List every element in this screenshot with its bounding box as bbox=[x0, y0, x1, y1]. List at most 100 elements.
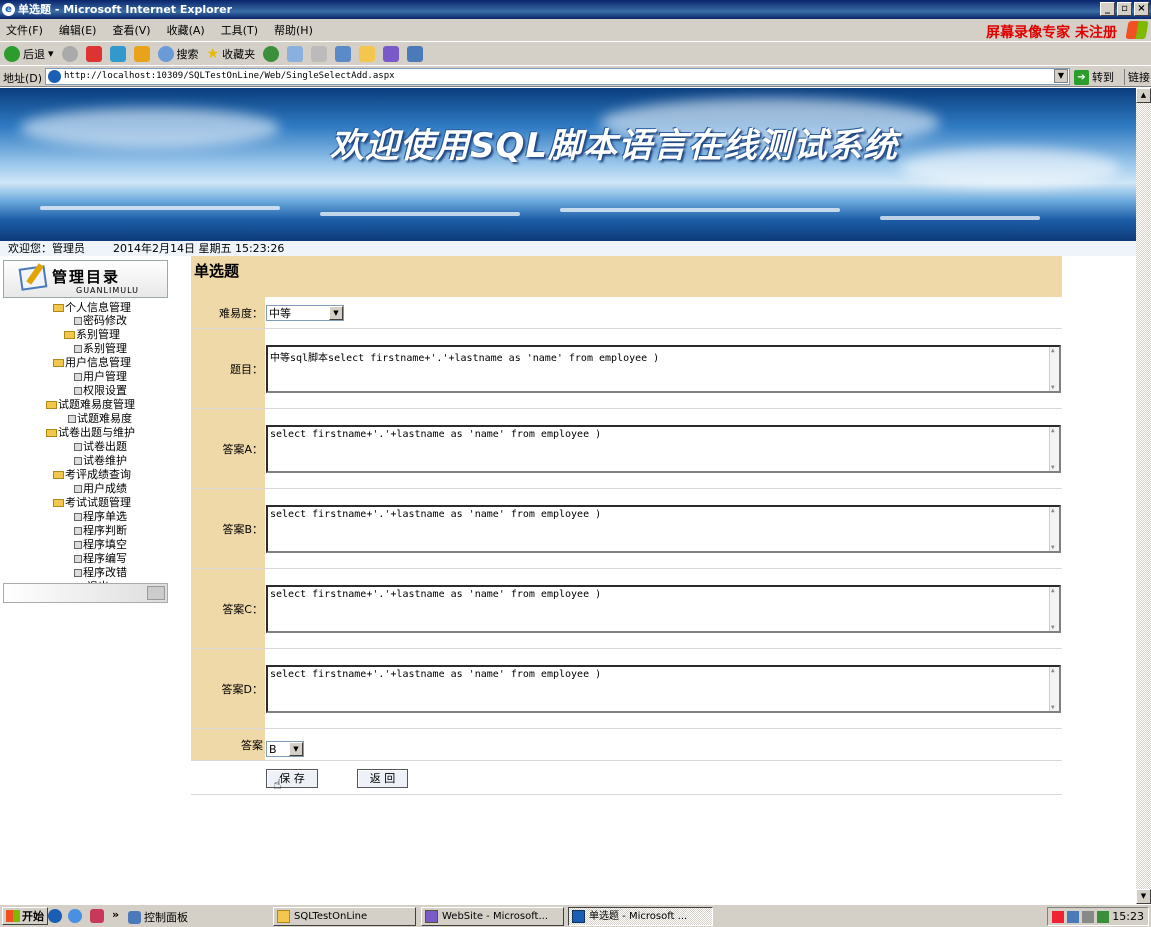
menu-folder-difficulty[interactable]: 试题难易度管理 bbox=[46, 398, 135, 411]
favorites-button[interactable]: ★ 收藏夹 bbox=[207, 46, 256, 62]
answer-select[interactable]: B ▼ bbox=[266, 741, 304, 757]
page-icon bbox=[74, 456, 82, 465]
menu-item-single-select[interactable]: 程序单选 bbox=[74, 510, 127, 523]
menu-item-difficulty[interactable]: 试题难易度 bbox=[68, 412, 132, 425]
address-label: 地址(D) bbox=[3, 72, 43, 85]
menu-item-change-password[interactable]: 密码修改 bbox=[74, 314, 127, 327]
scrollbar[interactable] bbox=[1049, 427, 1059, 471]
stop-icon[interactable] bbox=[85, 45, 102, 62]
page-icon bbox=[74, 386, 82, 395]
menu-edit[interactable]: 编辑(E) bbox=[59, 22, 97, 38]
menu-item-true-false[interactable]: 程序判断 bbox=[74, 524, 127, 537]
back-button[interactable]: 后退 ▾ bbox=[4, 45, 54, 62]
menu-favorites[interactable]: 收藏(A) bbox=[167, 22, 205, 38]
answer-b-textarea[interactable]: select firstname+'.'+lastname as 'name' … bbox=[266, 505, 1061, 553]
page-icon bbox=[74, 316, 82, 325]
task-single-select-ie[interactable]: 单选题 - Microsoft ... bbox=[568, 907, 713, 926]
scrollbar[interactable] bbox=[1049, 347, 1059, 391]
question-label: 题目： bbox=[191, 329, 265, 408]
search-button[interactable]: 搜索 bbox=[157, 45, 199, 62]
menu-help[interactable]: 帮助(H) bbox=[274, 22, 313, 38]
task-sqltestonline[interactable]: SQLTestOnLine bbox=[273, 907, 416, 926]
close-button[interactable]: × bbox=[1134, 2, 1149, 16]
scrollbar[interactable] bbox=[1049, 507, 1059, 551]
page-icon bbox=[48, 70, 61, 83]
scroll-down-icon[interactable]: ▼ bbox=[1136, 889, 1151, 904]
recorder-watermark: 屏幕录像专家 未注册 bbox=[986, 25, 1117, 41]
research-icon[interactable] bbox=[407, 45, 424, 62]
answer-c-textarea[interactable]: select firstname+'.'+lastname as 'name' … bbox=[266, 585, 1061, 633]
menu-file[interactable]: 文件(F) bbox=[6, 22, 43, 38]
maximize-button[interactable]: ▫ bbox=[1117, 2, 1132, 16]
header-banner: 欢迎使用SQL脚本语言在线测试系统 bbox=[0, 88, 1136, 241]
folder-icon bbox=[46, 400, 57, 409]
network-tray-icon[interactable] bbox=[1067, 910, 1080, 923]
mail-icon[interactable] bbox=[287, 45, 304, 62]
answer-d-textarea[interactable]: select firstname+'.'+lastname as 'name' … bbox=[266, 665, 1061, 713]
address-dropdown-icon[interactable]: ▼ bbox=[1054, 69, 1068, 83]
menu-folder-exam-paper[interactable]: 试卷出题与维护 bbox=[46, 426, 135, 439]
monitor-tray-icon[interactable] bbox=[1082, 910, 1095, 923]
menu-folder-questions[interactable]: 考试试题管理 bbox=[53, 496, 131, 509]
address-input[interactable]: http://localhost:10309/SQLTestOnLine/Web… bbox=[45, 68, 1070, 85]
question-textarea[interactable]: 中等sql脚本select firstname+'.'+lastname as … bbox=[266, 345, 1061, 393]
go-button[interactable]: ➔ 转到 bbox=[1074, 69, 1114, 85]
page-scrollbar[interactable]: ▲ ▼ bbox=[1136, 88, 1151, 904]
forward-arrow-icon[interactable] bbox=[61, 45, 78, 62]
start-button[interactable]: 开始 bbox=[2, 907, 48, 925]
menu-folder-user-info[interactable]: 用户信息管理 bbox=[53, 356, 131, 369]
menu-item-create-paper[interactable]: 试卷出题 bbox=[74, 440, 127, 453]
menu-folder-department[interactable]: 系别管理 bbox=[64, 328, 120, 341]
menu-item-maintain-paper[interactable]: 试卷维护 bbox=[74, 454, 127, 467]
menu-item-department[interactable]: 系别管理 bbox=[74, 342, 127, 355]
menu-bar: 文件(F) 编辑(E) 查看(V) 收藏(A) 工具(T) 帮助(H) 屏幕录像… bbox=[0, 19, 1151, 41]
scroll-up-icon[interactable]: ▲ bbox=[1136, 88, 1151, 103]
page-icon bbox=[74, 484, 82, 493]
control-panel-icon bbox=[128, 910, 141, 924]
welcome-text: 欢迎您：管理员 bbox=[8, 242, 85, 255]
recorder-tray-icon[interactable] bbox=[1052, 910, 1065, 923]
menu-folder-personal-info[interactable]: 个人信息管理 bbox=[53, 301, 131, 314]
scrollbar[interactable] bbox=[1049, 587, 1059, 631]
menu-item-user-scores[interactable]: 用户成绩 bbox=[74, 482, 127, 495]
answer-a-textarea[interactable]: select firstname+'.'+lastname as 'name' … bbox=[266, 425, 1061, 473]
menu-item-fill-blank[interactable]: 程序填空 bbox=[74, 538, 127, 551]
clock[interactable]: 15:23 bbox=[1112, 910, 1144, 923]
refresh-icon[interactable] bbox=[109, 45, 126, 62]
links-button[interactable]: 链接 bbox=[1124, 69, 1150, 85]
folder-icon bbox=[46, 428, 57, 437]
app-tray-icon[interactable] bbox=[1097, 910, 1110, 923]
ie-icon bbox=[572, 910, 585, 923]
home-icon[interactable] bbox=[133, 45, 150, 62]
more-quicklaunch-icon[interactable]: » bbox=[112, 908, 119, 921]
control-panel-toolbar[interactable]: 控制面板 bbox=[128, 909, 188, 925]
window-title-bar: e 单选题 - Microsoft Internet Explorer _ ▫ … bbox=[0, 0, 1151, 19]
chevron-down-icon: ▼ bbox=[329, 306, 343, 320]
history-icon[interactable] bbox=[263, 45, 280, 62]
page-icon bbox=[74, 344, 82, 353]
menu-item-programming[interactable]: 程序编写 bbox=[74, 552, 127, 565]
menu-item-fix-errors[interactable]: 程序改错 bbox=[74, 566, 127, 579]
browser-quicklaunch-icon[interactable] bbox=[68, 909, 82, 923]
messenger-icon[interactable] bbox=[383, 45, 400, 62]
app-quicklaunch-icon[interactable] bbox=[90, 909, 104, 923]
edit-icon[interactable] bbox=[335, 45, 352, 62]
difficulty-select[interactable]: 中等 ▼ bbox=[266, 305, 344, 321]
menu-item-permissions[interactable]: 权限设置 bbox=[74, 384, 127, 397]
minimize-button[interactable]: _ bbox=[1100, 2, 1115, 16]
menu-tools[interactable]: 工具(T) bbox=[221, 22, 258, 38]
scrollbar[interactable] bbox=[1049, 667, 1059, 711]
menu-view[interactable]: 查看(V) bbox=[112, 22, 150, 38]
print-icon[interactable] bbox=[311, 45, 328, 62]
folder-icon[interactable] bbox=[359, 45, 376, 62]
task-website[interactable]: WebSite - Microsoft... bbox=[421, 907, 564, 926]
ie-quicklaunch-icon[interactable] bbox=[48, 909, 62, 923]
back-button[interactable]: 返 回 bbox=[357, 769, 408, 788]
datetime-text: 2014年2月14日 星期五 15:23:26 bbox=[113, 242, 285, 255]
form-title: 单选题 bbox=[191, 256, 1062, 297]
menu-folder-scores[interactable]: 考评成绩查询 bbox=[53, 468, 131, 481]
search-icon bbox=[157, 45, 174, 62]
menu-item-user-manage[interactable]: 用户管理 bbox=[74, 370, 127, 383]
page-viewport: 欢迎使用SQL脚本语言在线测试系统 欢迎您：管理员 2014年2月14日 星期五 … bbox=[0, 88, 1136, 904]
folder-icon bbox=[53, 498, 64, 507]
